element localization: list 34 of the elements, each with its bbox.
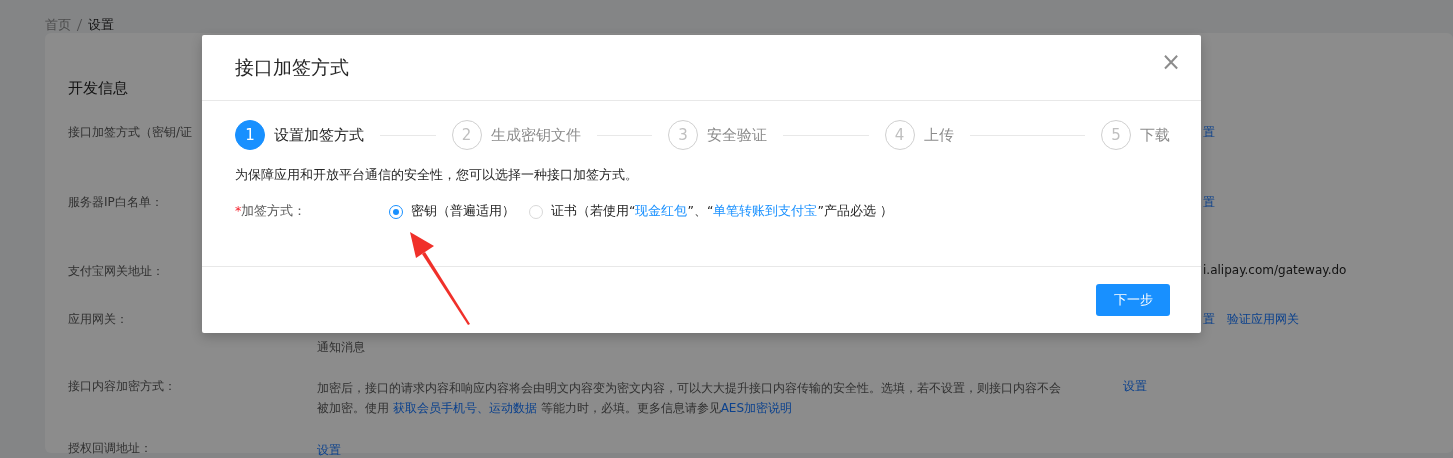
next-button[interactable]: 下一步 [1096,284,1170,316]
field-label: 授权回调地址： [68,440,152,457]
link[interactable]: 单笔转账到支付宝 [713,203,818,218]
field-label: 服务器IP白名单： [68,194,163,211]
field-label: 接口加签方式（密钥/证 [68,124,193,141]
action-link[interactable]: 置 [1203,194,1215,211]
action-link[interactable]: 设置 [1123,378,1147,395]
option-label: 密钥（普遍适用） [411,203,515,220]
field-label: 接口内容加密方式： [68,378,176,395]
action-link[interactable]: 验证应用网关 [1227,311,1299,328]
close-button[interactable]: × [1160,47,1181,76]
step-label: 上传 [923,125,954,145]
link[interactable]: 设置 [317,443,341,457]
step-number: 1 [235,120,265,150]
option-label: 证书（若使用“现金红包”、“单笔转账到支付宝”产品必选 ） [551,203,893,220]
field-label: 应用网关： [68,311,128,328]
field-value: 通知消息 [317,339,366,356]
link[interactable]: AES加密说明 [720,401,793,415]
step-label: 安全验证 [707,125,767,145]
gateway-url: i.alipay.com/gateway.do [1203,263,1347,277]
action-link[interactable]: 置 [1203,311,1215,328]
step-label: 下载 [1140,125,1170,145]
action-link[interactable]: 置 [1203,124,1215,141]
step-label: 设置加签方式 [274,125,364,145]
breadcrumb-link[interactable]: 设置 [88,16,114,34]
step-label: 生成密钥文件 [490,125,581,145]
dialog-title: 接口加签方式 [235,54,349,80]
field-label: *加签方式： [235,203,308,220]
field-value: 加密后，接口的请求内容和响应内容将会由明文内容变为密文内容，可以大大提升接口内容传输的安全性。选填，若不设置，则接口内容不会被加密。使用 获取会员手机号、运动数据 等能力时，必填。更多信息请参见AES加密说明 [317,380,1062,417]
link[interactable]: 获取会员手机号、运动数据 [392,401,537,415]
field-label: 支付宝网关地址： [68,263,164,280]
description: 为保障应用和开放平台通信的安全性，您可以选择一种接口加签方式。 [235,167,639,184]
link[interactable]: 现金红包 [635,203,688,218]
panel-title: 开发信息 [68,79,128,98]
